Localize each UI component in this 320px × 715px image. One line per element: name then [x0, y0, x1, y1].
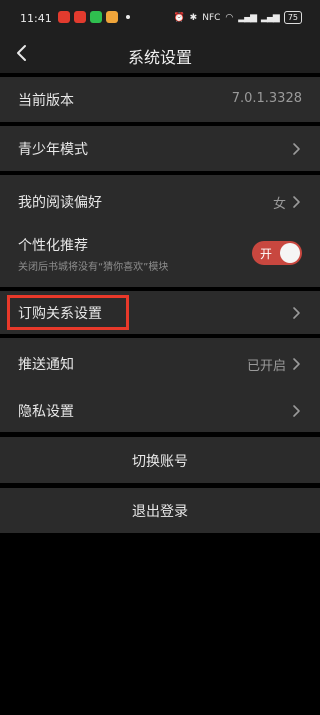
personalized-toggle[interactable]: 开: [252, 241, 302, 265]
battery-icon: 75: [283, 11, 302, 24]
settings-row-personalized: 个性化推荐 关闭后书城将没有“猜你喜欢”模块 开: [0, 225, 320, 287]
page-title: 系统设置: [127, 48, 192, 67]
switch-account-button[interactable]: 切换账号: [0, 437, 320, 483]
settings-row-push[interactable]: 推送通知 已开启: [0, 338, 320, 385]
alarm-icon: ⏰: [173, 12, 185, 23]
personalized-label: 个性化推荐: [18, 238, 88, 254]
version-label: 当前版本: [18, 93, 74, 109]
settings-row-youth-mode[interactable]: 青少年模式: [0, 126, 320, 171]
logout-label: 退出登录: [132, 504, 188, 520]
chevron-right-icon: [293, 358, 300, 370]
settings-row-privacy[interactable]: 隐私设置: [0, 385, 320, 432]
push-label: 推送通知: [18, 357, 74, 373]
reading-pref-value: 女: [272, 197, 286, 212]
logout-button[interactable]: 退出登录: [0, 488, 320, 533]
top-app-bar: 系统设置: [0, 36, 320, 73]
reading-pref-label: 我的阅读偏好: [18, 195, 102, 211]
version-value: 7.0.1.3328: [231, 91, 302, 106]
status-system-icons: ⏰ ✱ NFC ◠ ▂▄▆ ▂▄▆ 75: [173, 11, 302, 24]
toggle-on-label: 开: [260, 247, 273, 261]
chevron-right-icon: [293, 196, 300, 208]
maps-app-icon: [58, 11, 70, 23]
youth-mode-label: 青少年模式: [18, 142, 88, 158]
status-bar: 11:41 ⏰ ✱ NFC ◠ ▂▄▆ ▂▄▆ 75: [0, 0, 320, 36]
bluetooth-icon: ✱: [189, 12, 198, 23]
chevron-right-icon: [293, 405, 300, 417]
status-time: 11:41: [20, 12, 52, 25]
toggle-knob: [280, 243, 300, 263]
message-app-icon: [90, 11, 102, 23]
wifi-icon: ◠: [225, 12, 234, 23]
news-app-icon: [74, 11, 86, 23]
settings-card-preferences: 我的阅读偏好 女 个性化推荐 关闭后书城将没有“猜你喜欢”模块 开: [0, 175, 320, 287]
chevron-right-icon: [293, 307, 300, 319]
signal-icon-1: ▂▄▆: [238, 12, 257, 23]
settings-row-reading-pref[interactable]: 我的阅读偏好 女: [0, 175, 320, 225]
privacy-label: 隐私设置: [18, 404, 74, 420]
notification-dot-icon: [126, 15, 130, 19]
personalized-subtitle: 关闭后书城将没有“猜你喜欢”模块: [18, 262, 169, 273]
status-app-icons: [58, 11, 130, 23]
game-app-icon: [106, 11, 118, 23]
nfc-icon: NFC: [202, 12, 221, 23]
switch-account-label: 切换账号: [132, 454, 188, 470]
chevron-right-icon: [293, 143, 300, 155]
highlight-box: [7, 295, 129, 330]
signal-icon-2: ▂▄▆: [261, 12, 280, 23]
push-value: 已开启: [246, 359, 286, 374]
settings-card-notifications: 推送通知 已开启 隐私设置: [0, 338, 320, 432]
settings-row-version: 当前版本 7.0.1.3328: [0, 77, 320, 122]
